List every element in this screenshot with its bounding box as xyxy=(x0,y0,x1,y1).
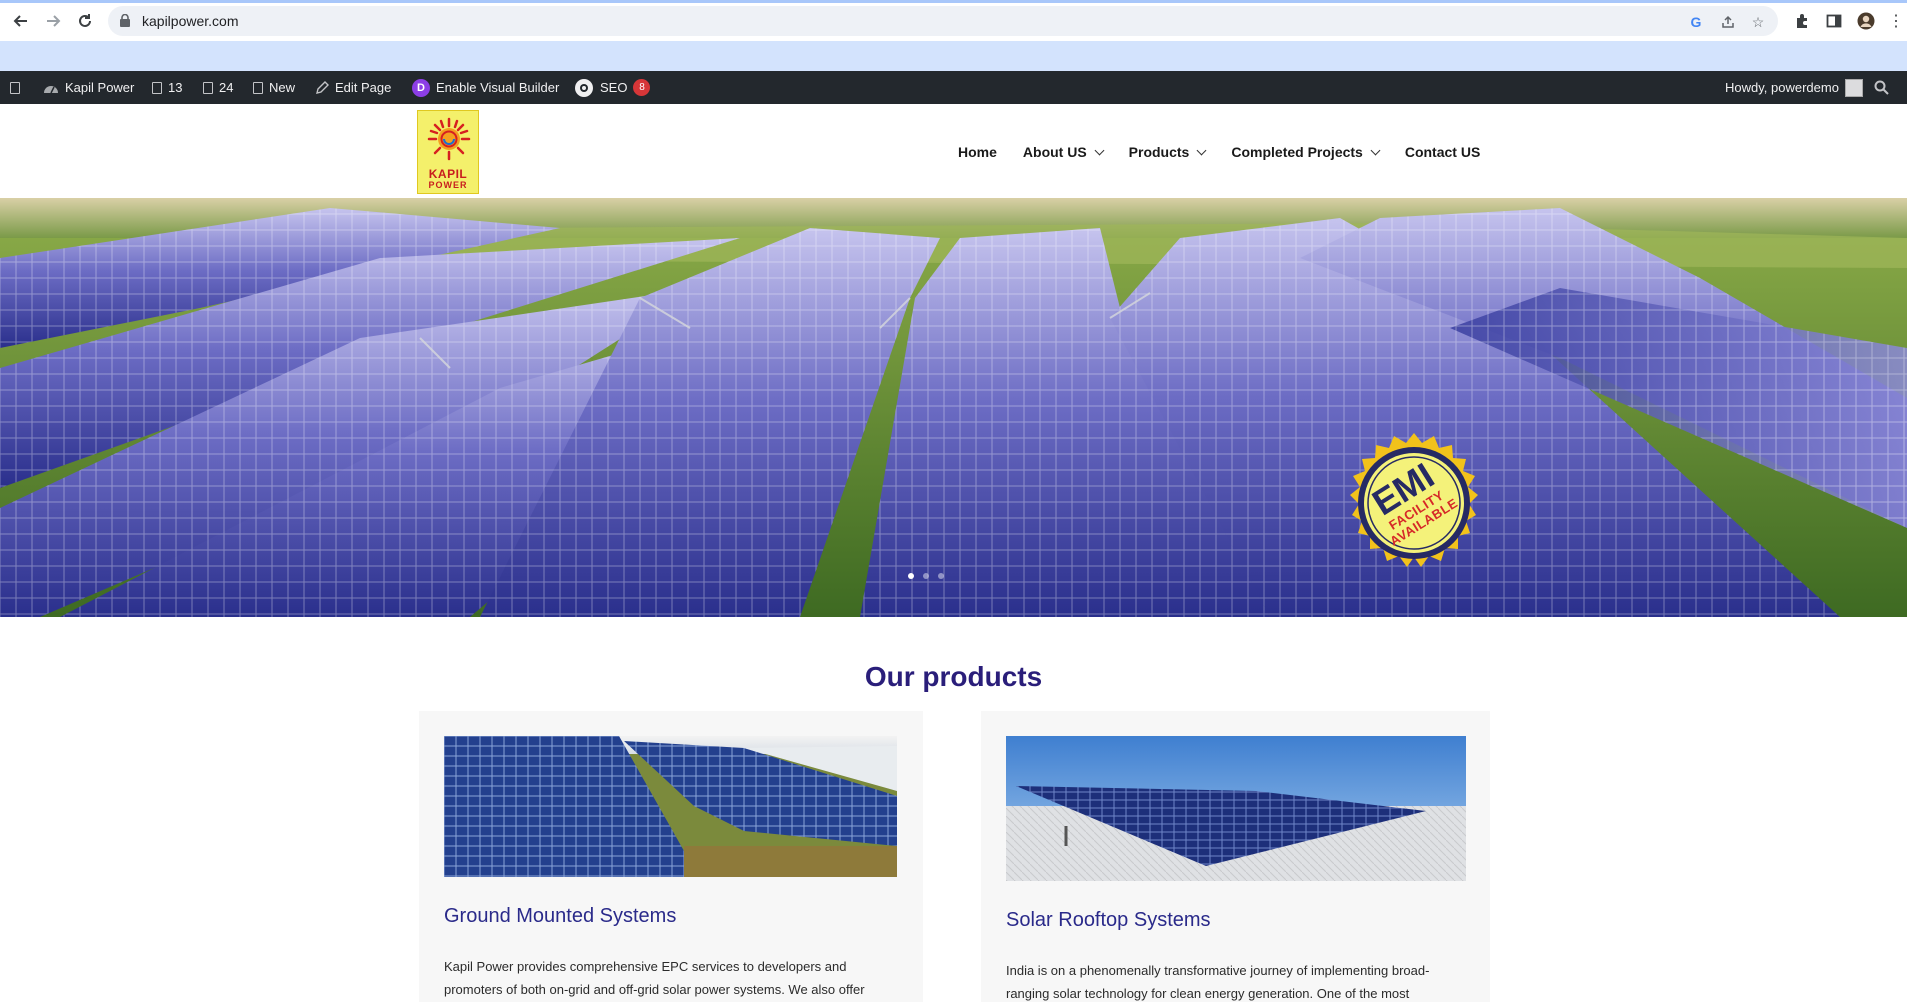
admin-site-name: Kapil Power xyxy=(65,80,135,95)
admin-search-icon[interactable] xyxy=(1874,71,1889,104)
nav-about-us-label: About US xyxy=(1022,144,1087,160)
wp-logo-icon[interactable] xyxy=(10,71,20,104)
comments-link[interactable]: 24 xyxy=(203,71,233,104)
nav-home[interactable]: Home xyxy=(958,142,997,162)
updates-icon xyxy=(152,81,162,94)
slider-pagination xyxy=(908,573,944,579)
extensions-icon[interactable] xyxy=(1791,10,1813,32)
comments-count: 24 xyxy=(219,80,234,95)
chevron-down-icon xyxy=(1196,145,1207,155)
address-bar[interactable]: kapilpower.com G ☆ xyxy=(108,6,1778,36)
ground-mounted-title[interactable]: Ground Mounted Systems xyxy=(444,905,676,928)
my-account-link[interactable]: Howdy, powerdemo xyxy=(1725,71,1863,104)
google-icon[interactable]: G xyxy=(1687,13,1705,31)
dashboard-icon xyxy=(44,85,58,93)
visual-builder-link[interactable]: D Enable Visual Builder xyxy=(412,71,559,104)
chevron-down-icon xyxy=(1094,145,1105,155)
howdy-text: Howdy, powerdemo xyxy=(1725,80,1839,95)
ground-mounted-description: Kapil Power provides comprehensive EPC s… xyxy=(444,959,865,997)
products-heading-bold: products xyxy=(922,661,1043,692)
nav-completed-projects[interactable]: Completed Projects xyxy=(1231,142,1381,162)
comments-icon xyxy=(203,81,213,94)
seo-label: SEO xyxy=(600,80,628,95)
profile-icon[interactable] xyxy=(1855,10,1877,32)
nav-about-us[interactable]: About US xyxy=(1022,142,1105,162)
updates-link[interactable]: 13 xyxy=(152,71,182,104)
reload-icon[interactable] xyxy=(74,10,96,32)
ground-mounted-image[interactable] xyxy=(444,736,897,877)
solar-rooftop-title[interactable]: Solar Rooftop Systems xyxy=(1006,909,1211,932)
edit-page-label: Edit Page xyxy=(335,80,392,95)
nav-contact-us[interactable]: Contact US xyxy=(1405,142,1480,162)
plus-icon xyxy=(253,81,263,94)
star-icon[interactable]: ☆ xyxy=(1749,13,1767,31)
divi-icon: D xyxy=(412,78,430,97)
visual-builder-label: Enable Visual Builder xyxy=(436,80,560,95)
products-heading: Our products xyxy=(0,661,1907,693)
site-header: KAPIL POWER Home About US Products Compl… xyxy=(0,104,1907,198)
new-label: New xyxy=(269,80,296,95)
solar-field-image xyxy=(0,198,1907,617)
share-icon[interactable] xyxy=(1719,13,1737,31)
seo-gear-icon xyxy=(575,78,593,97)
product-card-ground-mounted: Ground Mounted Systems Kapil Power provi… xyxy=(419,711,923,1002)
back-icon[interactable] xyxy=(10,10,32,32)
product-card-solar-rooftop: Solar Rooftop Systems India is on a phen… xyxy=(981,711,1490,1002)
avatar xyxy=(1844,78,1863,97)
new-content-link[interactable]: New xyxy=(253,71,295,104)
solar-rooftop-description: India is on a phenomenally transformativ… xyxy=(1006,963,1430,1001)
site-logo[interactable]: KAPIL POWER xyxy=(417,110,479,194)
browser-chrome: kapilpower.com G ☆ ⋮ xyxy=(0,0,1907,71)
slider-dot[interactable] xyxy=(908,573,914,579)
logo-text-kapil: KAPIL xyxy=(428,167,468,181)
menu-icon[interactable]: ⋮ xyxy=(1885,10,1907,32)
updates-count: 13 xyxy=(168,80,183,95)
lock-icon xyxy=(120,14,130,27)
slider-dot[interactable] xyxy=(938,573,944,579)
pencil-icon xyxy=(316,80,329,94)
wp-admin-bar: Kapil Power 13 24 New Edit Page D Enable… xyxy=(0,71,1907,104)
chevron-down-icon xyxy=(1370,145,1381,155)
logo-text-power: POWER xyxy=(428,180,468,190)
tab-strip xyxy=(0,0,1907,3)
nav-contact-us-label: Contact US xyxy=(1404,144,1481,160)
nav-home-label: Home xyxy=(958,144,997,160)
forward-icon[interactable] xyxy=(42,10,64,32)
slider-dot[interactable] xyxy=(923,573,929,579)
nav-products-label: Products xyxy=(1128,144,1190,160)
solar-rooftop-image[interactable] xyxy=(1006,736,1466,881)
nav-products[interactable]: Products xyxy=(1128,142,1207,162)
seo-count-badge: 8 xyxy=(633,79,651,96)
side-panel-icon[interactable] xyxy=(1823,10,1845,32)
products-heading-regular: Our xyxy=(864,661,915,692)
nav-completed-projects-label: Completed Projects xyxy=(1231,144,1363,160)
main-navigation: Home About US Products Completed Project… xyxy=(958,142,1480,162)
sun-logo-icon xyxy=(427,117,471,161)
edit-page-link[interactable]: Edit Page xyxy=(315,71,391,104)
admin-site-link[interactable]: Kapil Power xyxy=(43,71,134,104)
hero-slider[interactable]: EMI FACILITY AVAILABLE xyxy=(0,198,1907,617)
seo-link[interactable]: SEO 8 xyxy=(574,71,651,104)
url-text: kapilpower.com xyxy=(142,13,239,29)
